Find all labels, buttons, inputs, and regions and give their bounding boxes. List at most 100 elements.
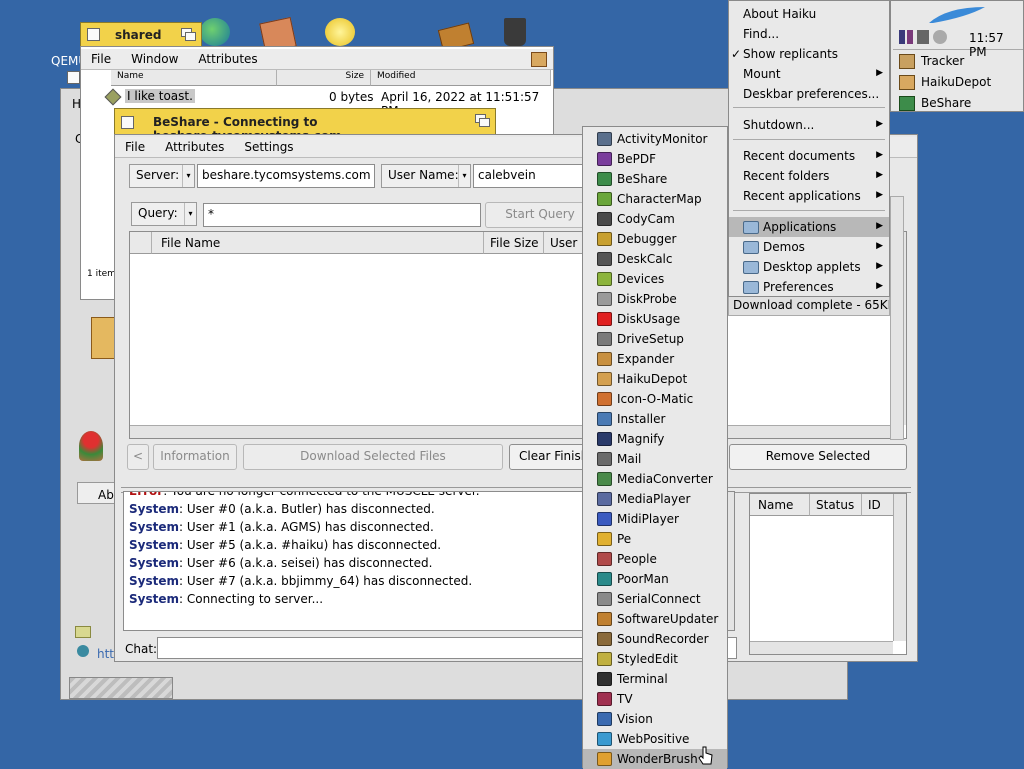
menu-recent-documents[interactable]: Recent documents ▶ — [729, 146, 889, 166]
download-selected-button[interactable]: Download Selected Files — [243, 444, 503, 470]
app-menu-item-midiplayer[interactable]: MidiPlayer — [583, 509, 727, 529]
results-col-file-name[interactable]: File Name — [152, 232, 484, 254]
app-menu-item-mediaplayer[interactable]: MediaPlayer — [583, 489, 727, 509]
globe-icon[interactable] — [200, 18, 230, 46]
running-app-haikudepot[interactable]: HaikuDepot — [891, 72, 1023, 92]
server-input[interactable]: beshare.tycomsystems.com — [197, 164, 375, 188]
menu-demos[interactable]: Demos ▶ — [729, 237, 889, 257]
transfer-list[interactable]: Name Status ID — [749, 493, 907, 655]
shared-close-box[interactable] — [87, 28, 100, 41]
shared-menu-file[interactable]: File — [81, 49, 121, 69]
app-menu-item-deskcalc[interactable]: DeskCalc — [583, 249, 727, 269]
shared-zoom-box[interactable] — [181, 28, 196, 41]
app-menu-item-icon-o-matic[interactable]: Icon-O-Matic — [583, 389, 727, 409]
shared-window-tab[interactable]: shared — [80, 22, 202, 46]
menu-deskbar-preferences[interactable]: Deskbar preferences... — [729, 84, 889, 104]
query-input[interactable]: * — [203, 203, 481, 227]
shared-menu-window[interactable]: Window — [121, 49, 188, 69]
menu-desktop-applets[interactable]: Desktop applets ▶ — [729, 257, 889, 277]
network-icon[interactable] — [933, 30, 947, 44]
beshare-menu-file[interactable]: File — [115, 137, 155, 157]
beshare-right-scrollbar[interactable] — [890, 196, 904, 440]
app-menu-item-diskprobe[interactable]: DiskProbe — [583, 289, 727, 309]
username-input[interactable]: calebvein — [473, 164, 593, 188]
app-menu-item-debugger[interactable]: Debugger — [583, 229, 727, 249]
shared-col-name[interactable]: Name — [111, 70, 277, 86]
menu-applications[interactable]: Applications ▶ — [729, 217, 889, 237]
app-menu-item-label: Installer — [617, 412, 666, 426]
app-menu-item-beshare[interactable]: BeShare — [583, 169, 727, 189]
app-menu-item-stylededit[interactable]: StyledEdit — [583, 649, 727, 669]
app-menu-item-label: People — [617, 552, 657, 566]
shared-package-icon[interactable] — [531, 52, 547, 67]
results-horizontal-scrollbar[interactable] — [130, 425, 893, 438]
beshare-close-box[interactable] — [121, 116, 134, 129]
tray-app-icon-1[interactable] — [899, 30, 905, 44]
menu-show-replicants[interactable]: ✓ Show replicants — [729, 44, 889, 64]
previous-button[interactable]: < — [127, 444, 149, 470]
app-menu-item-soundrecorder[interactable]: SoundRecorder — [583, 629, 727, 649]
app-menu-item-mediaconverter[interactable]: MediaConverter — [583, 469, 727, 489]
submenu-arrow-icon: ▶ — [876, 241, 883, 251]
app-menu-item-diskusage[interactable]: DiskUsage — [583, 309, 727, 329]
menu-recent-folders[interactable]: Recent folders ▶ — [729, 166, 889, 186]
app-menu-item-charactermap[interactable]: CharacterMap — [583, 189, 727, 209]
app-menu-item-codycam[interactable]: CodyCam — [583, 209, 727, 229]
app-menu-item-devices[interactable]: Devices — [583, 269, 727, 289]
shared-menu-attributes[interactable]: Attributes — [188, 49, 267, 69]
transfer-col-name[interactable]: Name — [750, 494, 810, 516]
app-menu-item-tv[interactable]: TV — [583, 689, 727, 709]
app-menu-item-installer[interactable]: Installer — [583, 409, 727, 429]
transfer-col-id[interactable]: ID — [862, 494, 894, 516]
app-menu-item-poorman[interactable]: PoorMan — [583, 569, 727, 589]
query-label-menu[interactable]: Query: ▾ — [131, 202, 197, 226]
transfer-scrollbar[interactable] — [893, 494, 906, 641]
menu-preferences-label: Preferences — [763, 280, 834, 294]
app-menu-item-activitymonitor[interactable]: ActivityMonitor — [583, 129, 727, 149]
app-menu-item-haikudepot[interactable]: HaikuDepot — [583, 369, 727, 389]
app-menu-item-vision[interactable]: Vision — [583, 709, 727, 729]
app-menu-item-softwareupdater[interactable]: SoftwareUpdater — [583, 609, 727, 629]
background-globe-small-icon — [77, 645, 89, 657]
remove-selected-button[interactable]: Remove Selected — [729, 444, 907, 470]
app-menu-item-expander[interactable]: Expander — [583, 349, 727, 369]
beshare-window-tab[interactable]: BeShare - Connecting to beshare.tycomsys… — [114, 108, 496, 143]
app-menu-item-bepdf[interactable]: BePDF — [583, 149, 727, 169]
app-menu-item-magnify[interactable]: Magnify — [583, 429, 727, 449]
start-query-button[interactable]: Start Query — [485, 202, 595, 228]
beshare-menu-settings[interactable]: Settings — [234, 137, 303, 157]
app-menu-item-terminal[interactable]: Terminal — [583, 669, 727, 689]
app-menu-item-people[interactable]: People — [583, 549, 727, 569]
volume-icon[interactable] — [917, 30, 929, 44]
beshare-zoom-box[interactable] — [475, 114, 490, 127]
menu-preferences[interactable]: Preferences ▶ — [729, 277, 889, 297]
background-window-close-box[interactable] — [67, 71, 80, 84]
information-button[interactable]: Information — [153, 444, 237, 470]
haiku-leaf-logo[interactable] — [927, 5, 987, 25]
menu-about-haiku[interactable]: About Haiku — [729, 4, 889, 24]
app-menu-item-pe[interactable]: Pe — [583, 529, 727, 549]
transfer-hscrollbar[interactable] — [750, 641, 893, 654]
transfer-col-status[interactable]: Status — [810, 494, 862, 516]
menu-find[interactable]: Find... — [729, 24, 889, 44]
menu-shutdown[interactable]: Shutdown... ▶ — [729, 115, 889, 135]
shared-col-modified[interactable]: Modified — [371, 70, 551, 86]
menu-mount[interactable]: Mount ▶ — [729, 64, 889, 84]
menu-recent-applications[interactable]: Recent applications ▶ — [729, 186, 889, 206]
running-app-tracker[interactable]: Tracker — [891, 51, 1023, 71]
server-label-menu[interactable]: Server: ▾ — [129, 164, 195, 188]
shared-col-size[interactable]: Size — [277, 70, 371, 86]
app-menu-item-serialconnect[interactable]: SerialConnect — [583, 589, 727, 609]
shared-row[interactable]: I like toast. 0 bytes April 16, 2022 at … — [81, 87, 551, 118]
chat-log-prefix: Error — [129, 491, 164, 498]
running-app-tracker-label: Tracker — [921, 54, 965, 68]
trash-icon[interactable] — [504, 18, 526, 46]
username-label-menu[interactable]: User Name: ▾ — [381, 164, 471, 188]
results-col-file-size[interactable]: File Size — [484, 232, 544, 254]
beshare-menu-attributes[interactable]: Attributes — [155, 137, 234, 157]
running-app-beshare[interactable]: BeShare — [891, 93, 1023, 113]
app-menu-item-mail[interactable]: Mail — [583, 449, 727, 469]
tray-app-icon-2[interactable] — [907, 30, 913, 44]
app-menu-item-drivesetup[interactable]: DriveSetup — [583, 329, 727, 349]
lightbulb-icon[interactable] — [325, 18, 355, 46]
